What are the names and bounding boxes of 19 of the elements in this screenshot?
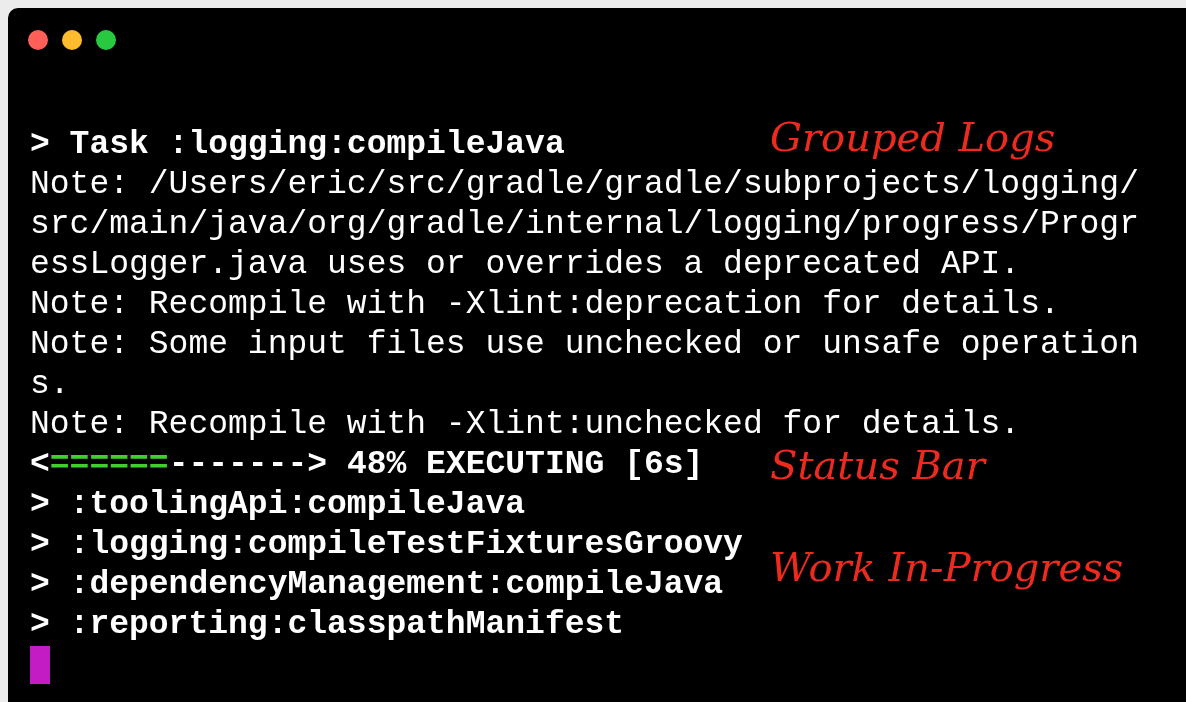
log-line: essLogger.java uses or overrides a deprecated API.	[30, 246, 1021, 283]
window-control-icon[interactable]	[96, 30, 116, 50]
cursor-icon	[30, 646, 50, 684]
task-header-line: > Task :logging:compileJava	[30, 126, 565, 163]
work-in-progress-line: > :logging:compileTestFixturesGroovy	[30, 526, 743, 563]
ascii-progress-label: <======------->	[30, 446, 328, 483]
log-line: Note: Recompile with -Xlint:unchecked for details.	[30, 406, 1021, 443]
work-in-progress-line: > :dependencyManagement:compileJava	[30, 566, 724, 603]
log-line: Note: Some input files use unchecked or unsafe operation	[30, 326, 1139, 363]
log-line: s.	[30, 366, 70, 403]
progress-status: 48% EXECUTING [6s]	[346, 446, 704, 483]
handwritten-annotation: Status Bar	[770, 445, 985, 485]
log-line: Note: Recompile with -Xlint:deprecation for details.	[30, 286, 1060, 323]
log-line: Note: /Users/eric/src/gradle/gradle/subprojects/logging/	[30, 166, 1139, 203]
window-control-icon[interactable]	[28, 30, 48, 50]
work-in-progress-line: > :reporting:classpathManifest	[30, 606, 625, 643]
work-in-progress-line: > :toolingApi:compileJava	[30, 486, 526, 523]
log-line: src/main/java/org/gradle/internal/logging/progress/Progr	[30, 206, 1139, 243]
window-control-icon[interactable]	[62, 30, 82, 50]
